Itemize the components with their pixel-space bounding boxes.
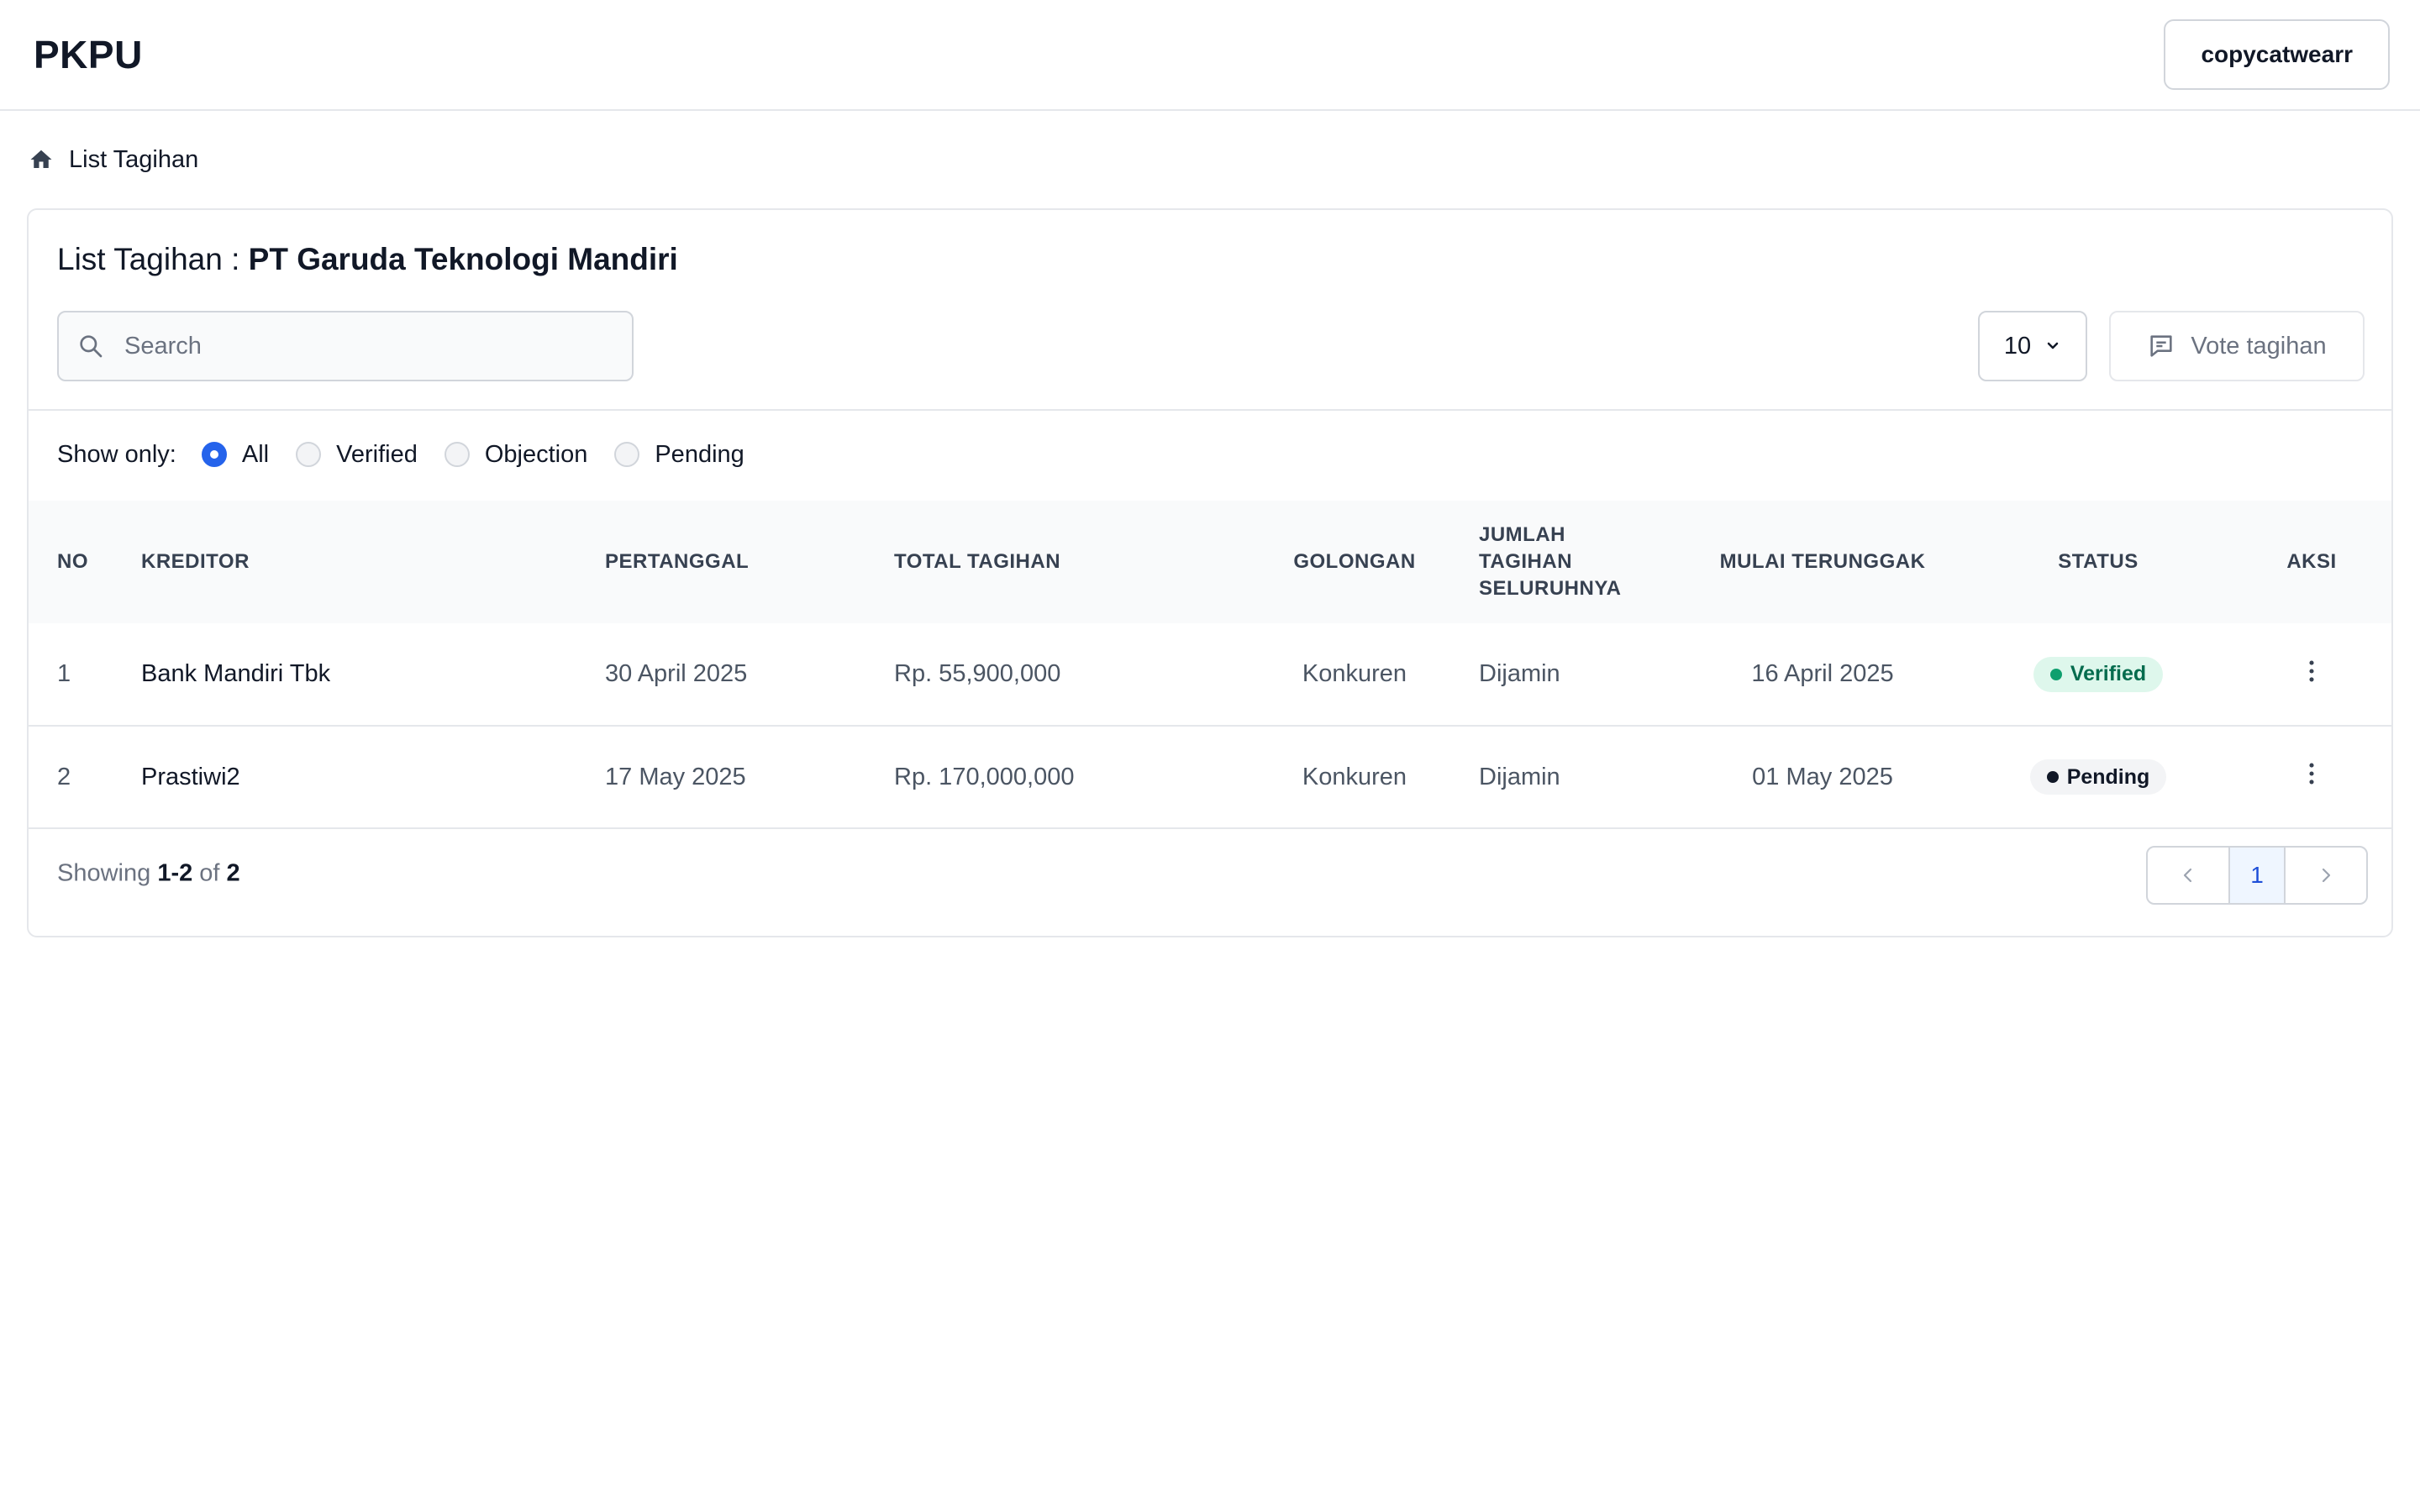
row-actions — [2257, 726, 2391, 828]
table-row[interactable]: 2 Prastiwi2 17 May 2025 Rp. 170,000,000 … — [29, 726, 2391, 828]
radio-objection[interactable] — [444, 442, 470, 467]
cell-golongan: Konkuren — [1302, 660, 1407, 687]
cell-kreditor: Bank Mandiri Tbk — [141, 660, 331, 687]
col-golongan: GOLONGAN — [1293, 550, 1416, 573]
top-bar: PKPU copycatwearr — [0, 0, 2420, 111]
cell-mulai: 16 April 2025 — [1751, 660, 1894, 687]
radio-all[interactable] — [201, 442, 227, 467]
filter-label: Show only: — [57, 440, 176, 468]
breadcrumb: List Tagihan — [0, 111, 2420, 208]
cell-no: 1 — [57, 660, 71, 687]
page-button-current[interactable]: 1 — [2228, 848, 2286, 903]
cell-jumlah: Dijamin — [1479, 660, 1560, 687]
cell-kreditor: Prastiwi2 — [141, 763, 240, 790]
tagihan-card: List Tagihan : PT Garuda Teknologi Mandi… — [27, 208, 2393, 937]
col-pertanggal: PERTANGGAL — [605, 550, 750, 573]
more-vertical-icon[interactable] — [2297, 759, 2326, 788]
status-dot — [2046, 771, 2059, 783]
status-badge: Verified — [2033, 656, 2164, 692]
status-text: Pending — [2066, 764, 2150, 789]
col-total-tagihan: TOTAL TAGIHAN — [894, 550, 1061, 573]
home-icon[interactable] — [29, 147, 54, 172]
filter-all[interactable]: All — [201, 440, 270, 469]
status-filter: Show only: All Verified Objection Pendin… — [57, 433, 771, 475]
showing-label: Showing — [57, 859, 151, 887]
showing-total: 2 — [226, 859, 240, 887]
cell-total: Rp. 170,000,000 — [894, 763, 1075, 790]
showing-range: 1-2 — [157, 859, 193, 887]
filter-pending-label: Pending — [655, 440, 744, 468]
col-jumlah-line2: TAGIHAN — [1479, 550, 1573, 573]
cell-total: Rp. 55,900,000 — [894, 660, 1061, 687]
table-row[interactable]: 1 Bank Mandiri Tbk 30 April 2025 Rp. 55,… — [29, 623, 2391, 726]
status-text: Verified — [2070, 662, 2147, 685]
pagination-summary: Showing 1-2 of 2 — [57, 860, 240, 888]
message-icon — [2150, 335, 2172, 357]
col-jumlah-line3: SELURUHNYA — [1479, 577, 1622, 600]
brand-logo[interactable]: PKPU — [34, 32, 143, 77]
user-menu-button[interactable]: copycatwearr — [2164, 19, 2390, 90]
filter-verified[interactable]: Verified — [296, 441, 418, 469]
table-header-row: NO KREDITOR PERTANGGAL TOTAL TAGIHAN GOL… — [29, 501, 2391, 623]
next-page-button[interactable] — [2286, 848, 2366, 903]
tagihan-table: NO KREDITOR PERTANGGAL TOTAL TAGIHAN GOL… — [29, 501, 2391, 829]
row-actions — [2257, 623, 2391, 726]
cell-status: Pending — [1939, 726, 2257, 828]
per-page-select[interactable]: 10 — [1978, 311, 2087, 381]
page-title: List Tagihan : PT Garuda Teknologi Mandi… — [57, 242, 678, 277]
title-prefix: List Tagihan : — [57, 242, 249, 276]
divider — [29, 409, 2391, 411]
cell-jumlah: Dijamin — [1479, 763, 1560, 790]
cell-mulai: 01 May 2025 — [1752, 763, 1893, 790]
of-label: of — [199, 859, 220, 887]
radio-pending[interactable] — [614, 442, 640, 467]
chevron-left-icon — [2183, 868, 2192, 883]
status-dot — [2049, 668, 2062, 680]
cell-status: Verified — [1939, 623, 2257, 726]
col-jumlah-line1: JUMLAH — [1479, 523, 1565, 546]
filter-pending[interactable]: Pending — [614, 441, 744, 469]
pagination: 1 — [2146, 846, 2368, 905]
col-status: STATUS — [2058, 550, 2139, 573]
cell-pertanggal: 30 April 2025 — [605, 660, 748, 687]
cell-no: 2 — [57, 763, 71, 790]
prev-page-button[interactable] — [2148, 848, 2228, 903]
per-page-value: 10 — [2003, 332, 2032, 360]
more-vertical-icon[interactable] — [2297, 657, 2326, 685]
col-aksi: AKSI — [2286, 550, 2337, 573]
col-no: NO — [57, 550, 88, 573]
vote-tagihan-label: Vote tagihan — [2191, 332, 2327, 360]
filter-verified-label: Verified — [336, 440, 418, 468]
col-mulai-terunggak: MULAI TERUNGGAK — [1719, 550, 1926, 573]
cell-pertanggal: 17 May 2025 — [605, 763, 746, 790]
search-box — [57, 311, 634, 381]
filter-all-label: All — [241, 440, 270, 468]
filter-objection-label: Objection — [484, 440, 588, 468]
col-kreditor: KREDITOR — [141, 550, 250, 573]
chevron-down-icon — [2047, 342, 2059, 349]
title-company: PT Garuda Teknologi Mandiri — [248, 242, 678, 276]
chevron-right-icon — [2322, 868, 2331, 883]
breadcrumb-current: List Tagihan — [69, 145, 199, 173]
radio-verified[interactable] — [296, 442, 322, 467]
search-icon — [80, 335, 103, 358]
col-jumlah-tagihan: JUMLAH TAGIHAN SELURUHNYA — [1460, 501, 1706, 623]
filter-objection[interactable]: Objection — [444, 440, 588, 469]
cell-golongan: Konkuren — [1302, 763, 1407, 790]
search-input[interactable] — [123, 331, 597, 361]
vote-tagihan-button[interactable]: Vote tagihan — [2109, 311, 2365, 381]
status-badge: Pending — [2029, 759, 2167, 795]
